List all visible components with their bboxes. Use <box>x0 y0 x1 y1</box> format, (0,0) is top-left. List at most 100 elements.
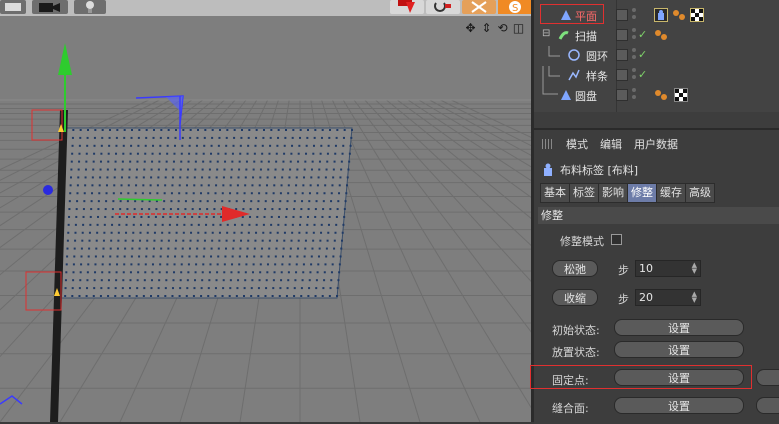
mesh-point <box>235 200 238 203</box>
mesh-point <box>86 287 89 290</box>
seam-clear-button[interactable] <box>756 397 779 414</box>
checker-material-icon[interactable] <box>674 88 688 102</box>
mesh-point <box>86 136 89 139</box>
mesh-point <box>182 129 185 131</box>
mesh-point <box>218 136 221 139</box>
material-dots-icon[interactable] <box>654 28 668 42</box>
mesh-point <box>202 255 205 258</box>
help-button[interactable]: S <box>498 0 531 14</box>
mesh-point <box>190 223 193 226</box>
visibility-dots[interactable] <box>632 28 637 42</box>
dress-state-set-button[interactable]: 设置 <box>614 341 744 358</box>
seam-set-button[interactable]: 设置 <box>614 397 744 414</box>
layer-flag[interactable] <box>616 49 628 61</box>
mesh-point <box>305 152 308 155</box>
picture-viewer-button[interactable] <box>462 0 496 14</box>
tab-cache[interactable]: 缓存 <box>656 183 686 203</box>
viewport-canvas[interactable] <box>0 0 531 422</box>
mesh-point <box>122 271 125 274</box>
mesh-point <box>166 152 169 155</box>
enabled-check-icon[interactable]: ✓ <box>638 68 647 81</box>
mesh-point <box>214 287 217 290</box>
checker-material-icon[interactable] <box>690 8 704 22</box>
mesh-point <box>241 223 244 226</box>
enabled-check-icon[interactable]: ✓ <box>638 48 647 61</box>
cloth-tag-icon[interactable] <box>654 8 668 22</box>
mesh-point <box>92 295 95 297</box>
tab-basic[interactable]: 基本 <box>540 183 570 203</box>
render-settings-button[interactable] <box>0 0 26 14</box>
relax-button[interactable]: 松弛 <box>552 260 598 277</box>
layer-flag[interactable] <box>616 69 628 81</box>
mesh-point <box>144 152 147 155</box>
object-row-spline[interactable]: 样条 ✓ <box>534 66 779 85</box>
zoom-view-icon[interactable]: ⇕ <box>480 21 493 34</box>
enabled-check-icon[interactable]: ✓ <box>638 28 647 41</box>
fix-points-clear-button[interactable] <box>756 369 779 386</box>
3d-viewport[interactable]: S ✥ ⇕ ⟲ ◫ <box>0 0 531 422</box>
tab-tag[interactable]: 标签 <box>569 183 599 203</box>
object-row-circle[interactable]: 圆环 ✓ <box>534 46 779 65</box>
mesh-point <box>272 287 275 290</box>
relax-steps-field[interactable]: 10 ▲ ▼ <box>635 260 701 277</box>
mesh-point <box>71 136 74 139</box>
shrink-steps-field[interactable]: 20 ▲ ▼ <box>635 289 701 306</box>
mesh-point <box>324 263 327 266</box>
mesh-point <box>148 208 151 211</box>
light-button[interactable] <box>74 0 106 14</box>
move-view-icon[interactable]: ✥ <box>464 21 477 34</box>
mesh-point <box>251 279 254 282</box>
object-name[interactable]: 圆环 <box>586 48 608 64</box>
material-dots-icon[interactable] <box>672 8 686 22</box>
menu-user-data[interactable]: 用户数据 <box>634 136 678 152</box>
visibility-dots[interactable] <box>632 8 637 22</box>
stepper-arrows-icon[interactable]: ▲ ▼ <box>692 291 697 304</box>
object-row-disc[interactable]: 圆盘 <box>534 66 779 105</box>
mesh-point <box>175 239 178 242</box>
object-name[interactable]: 样条 <box>586 68 608 84</box>
maximize-view-icon[interactable]: ◫ <box>512 21 525 34</box>
mesh-point <box>149 184 152 187</box>
mesh-point <box>91 184 94 187</box>
mesh-point <box>76 192 79 195</box>
layer-flag[interactable] <box>616 89 628 101</box>
tab-expert[interactable]: 高级 <box>685 183 715 203</box>
render-region-button[interactable] <box>390 0 424 14</box>
visibility-dots[interactable] <box>632 68 637 82</box>
object-row-sweep[interactable]: ⊟ 扫描 ✓ <box>534 26 779 45</box>
rotate-view-icon[interactable]: ⟲ <box>496 21 509 34</box>
visibility-dots[interactable] <box>632 88 637 102</box>
material-dots-icon[interactable] <box>654 88 668 102</box>
mesh-point <box>182 231 185 234</box>
layer-flag[interactable] <box>616 29 628 41</box>
tab-dresser[interactable]: 修整 <box>627 183 657 203</box>
mesh-point <box>137 144 140 147</box>
stepper-arrows-icon[interactable]: ▲ ▼ <box>692 262 697 275</box>
shrink-button[interactable]: 收缩 <box>552 289 598 306</box>
init-state-set-button[interactable]: 设置 <box>614 319 744 336</box>
menu-mode[interactable]: 模式 <box>566 136 588 152</box>
mesh-point <box>192 192 195 195</box>
grip-icon[interactable] <box>542 139 554 149</box>
camera-button[interactable] <box>32 0 68 14</box>
mesh-point <box>70 168 73 171</box>
mesh-point <box>293 295 296 297</box>
mesh-point <box>314 129 317 131</box>
object-name[interactable]: 圆盘 <box>575 88 597 104</box>
mesh-point <box>195 263 198 266</box>
render-view-button[interactable] <box>426 0 460 14</box>
tab-influence[interactable]: 影响 <box>598 183 628 203</box>
menu-edit[interactable]: 编辑 <box>600 136 622 152</box>
mesh-point <box>146 231 149 234</box>
dress-mode-checkbox[interactable] <box>611 234 622 245</box>
layer-flag[interactable] <box>616 9 628 21</box>
mesh-point <box>140 215 143 218</box>
mesh-point <box>273 184 276 187</box>
mesh-point <box>250 287 253 290</box>
mesh-point <box>217 152 220 155</box>
object-name[interactable]: 扫描 <box>575 28 597 44</box>
collapse-toggle-icon[interactable]: ⊟ <box>542 28 550 39</box>
visibility-dots[interactable] <box>632 48 637 62</box>
mesh-point <box>80 263 83 266</box>
mesh-point <box>310 176 313 179</box>
